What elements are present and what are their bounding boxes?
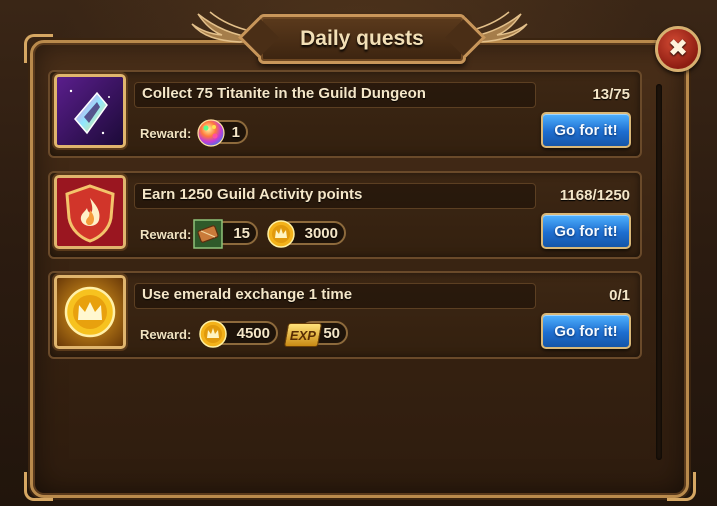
exp-icon: EXP — [283, 323, 323, 347]
frame-corner — [24, 472, 53, 501]
quest-progress: 1168/1250 — [559, 187, 630, 204]
close-button[interactable]: ✖ — [655, 26, 701, 72]
guild-flame-shield-icon — [54, 175, 126, 249]
reward-label: Reward: — [140, 227, 192, 242]
reward-label: Reward: — [140, 126, 192, 141]
scrollbar[interactable] — [656, 84, 662, 460]
quest-title: Earn 1250 Guild Activity points — [142, 186, 363, 203]
quest-title: Collect 75 Titanite in the Guild Dungeon — [142, 85, 426, 102]
title-plate: Daily quests — [258, 14, 466, 64]
quest-row: Use emerald exchange 1 time 0/1 Reward: … — [48, 271, 642, 359]
go-for-it-button[interactable]: Go for it! — [541, 112, 631, 148]
go-for-it-button[interactable]: Go for it! — [541, 213, 631, 249]
close-icon: ✖ — [667, 35, 689, 62]
quest-row: Collect 75 Titanite in the Guild Dungeon… — [48, 70, 642, 158]
green-scroll-icon — [193, 219, 223, 249]
go-for-it-button[interactable]: Go for it! — [541, 313, 631, 349]
frame-corner — [24, 34, 53, 63]
frame-corner — [667, 472, 696, 501]
quest-row: Earn 1250 Guild Activity points 1168/125… — [48, 171, 642, 259]
titanite-crystal-icon — [54, 74, 126, 148]
reward-label: Reward: — [140, 327, 192, 342]
quest-progress: 0/1 — [609, 287, 630, 304]
quest-progress: 13/75 — [592, 86, 630, 103]
gold-coin-icon — [267, 220, 295, 248]
window-title: Daily quests — [300, 27, 424, 50]
quest-title: Use emerald exchange 1 time — [142, 286, 353, 303]
gold-crown-coin-icon — [54, 275, 126, 349]
rainbow-orb-icon — [197, 119, 225, 147]
gold-coin-icon — [199, 320, 227, 348]
